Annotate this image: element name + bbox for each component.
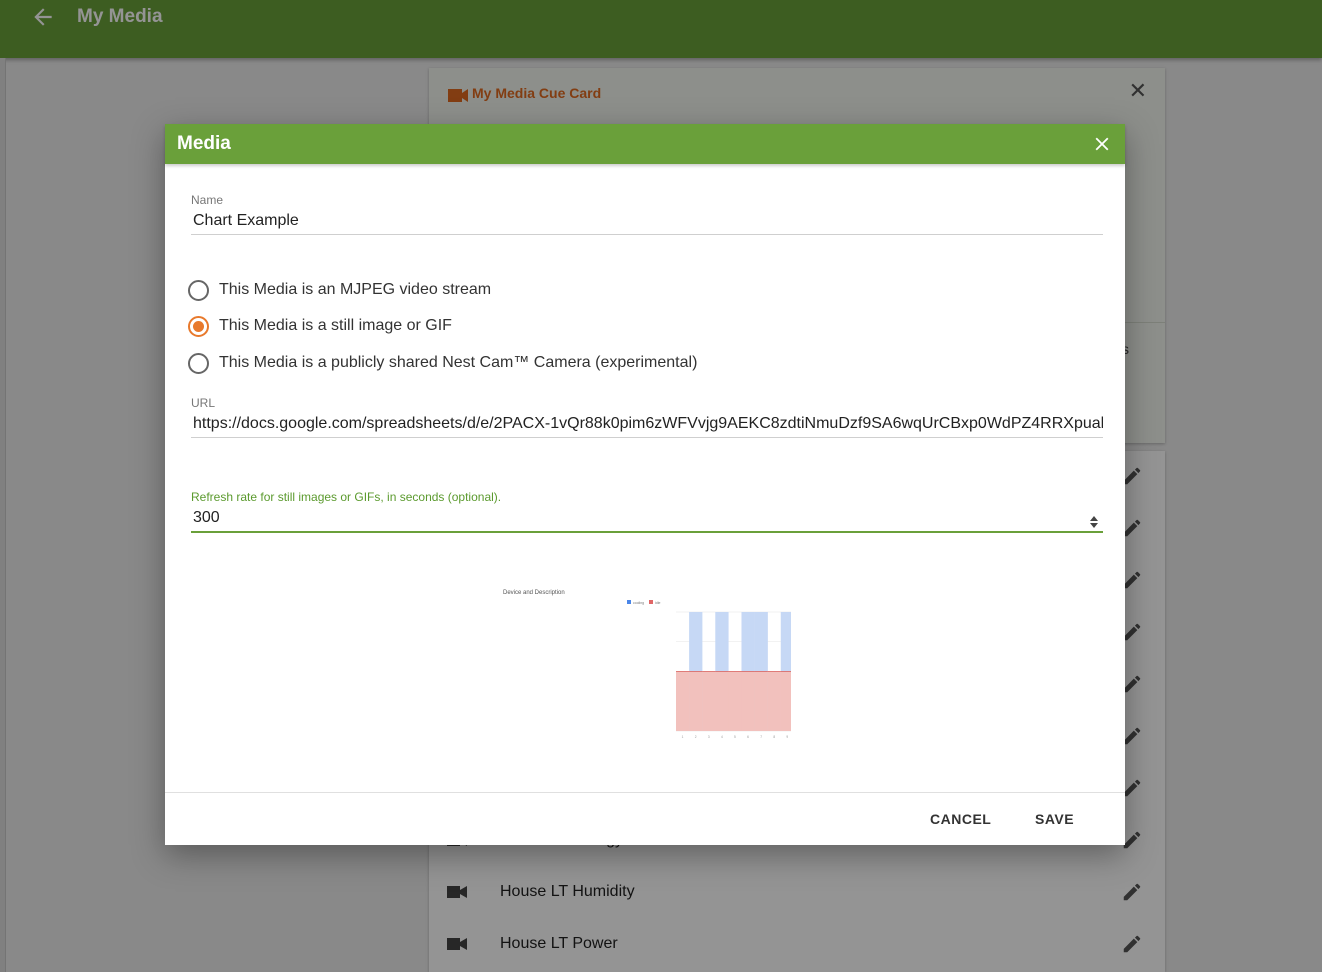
- dialog-footer-divider: [165, 792, 1125, 793]
- chart-bar: [689, 671, 703, 731]
- name-field-label: Name: [191, 193, 224, 207]
- number-spinner-icon[interactable]: [1089, 514, 1099, 530]
- url-field-label: URL: [191, 396, 216, 410]
- chart-bar: [728, 671, 742, 731]
- media-preview: Device and Description cooling idle 1 2 3 4 5 6 7…: [501, 582, 952, 758]
- dialog-header: Media: [165, 124, 1125, 164]
- chart-preview: Device and Description cooling idle 1 2 3 4 5 6 7…: [503, 590, 952, 752]
- x-tick-label: 6: [747, 735, 749, 739]
- x-tick-label: 1: [682, 735, 684, 739]
- legend-swatch: [649, 600, 653, 604]
- chart-bar: [676, 671, 690, 731]
- x-tick-label: 5: [734, 735, 736, 739]
- legend-label: idle: [655, 601, 661, 605]
- legend-swatch: [627, 600, 631, 604]
- url-field: URL https://docs.google.com/spreadsheets…: [191, 396, 1103, 438]
- chart-bar: [754, 671, 768, 731]
- media-dialog: Media Name Chart Example This Media is a…: [165, 124, 1125, 845]
- chart-bar: [715, 671, 729, 731]
- legend-label: cooling: [633, 601, 644, 605]
- x-tick-label: 8: [773, 735, 775, 739]
- url-input[interactable]: https://docs.google.com/spreadsheets/d/e…: [191, 410, 1103, 438]
- save-button[interactable]: SAVE: [1035, 811, 1074, 827]
- radio-label-nest-cam: This Media is a publicly shared Nest Cam…: [219, 354, 698, 371]
- refresh-rate-field: Refresh rate for still images or GIFs, i…: [191, 490, 1103, 533]
- dialog-title: Media: [177, 133, 231, 154]
- radio-button-still-image[interactable]: [188, 316, 209, 337]
- radio-label-still-image: This Media is a still image or GIF: [219, 317, 452, 334]
- name-input[interactable]: Chart Example: [191, 207, 1103, 235]
- radio-button-mjpeg[interactable]: [188, 280, 209, 301]
- chart-bar: [741, 671, 755, 731]
- x-tick-label: 4: [721, 735, 723, 739]
- x-tick-label: 3: [708, 735, 710, 739]
- radio-label-mjpeg: This Media is an MJPEG video stream: [219, 281, 492, 298]
- chart-bar: [702, 671, 716, 731]
- refresh-rate-label: Refresh rate for still images or GIFs, i…: [191, 490, 502, 504]
- refresh-rate-input[interactable]: 300: [191, 504, 1103, 533]
- chart-title: Device and Description: [503, 590, 565, 596]
- x-tick-label: 9: [786, 735, 788, 739]
- chart-bar: [767, 671, 781, 731]
- x-tick-label: 7: [760, 735, 762, 739]
- x-tick-label: 2: [695, 735, 697, 739]
- cancel-button[interactable]: CANCEL: [930, 811, 991, 827]
- name-field: Name Chart Example: [191, 193, 1103, 235]
- close-icon[interactable]: [1091, 133, 1113, 155]
- radio-button-nest-cam[interactable]: [188, 353, 209, 374]
- chart-bar: [780, 671, 795, 731]
